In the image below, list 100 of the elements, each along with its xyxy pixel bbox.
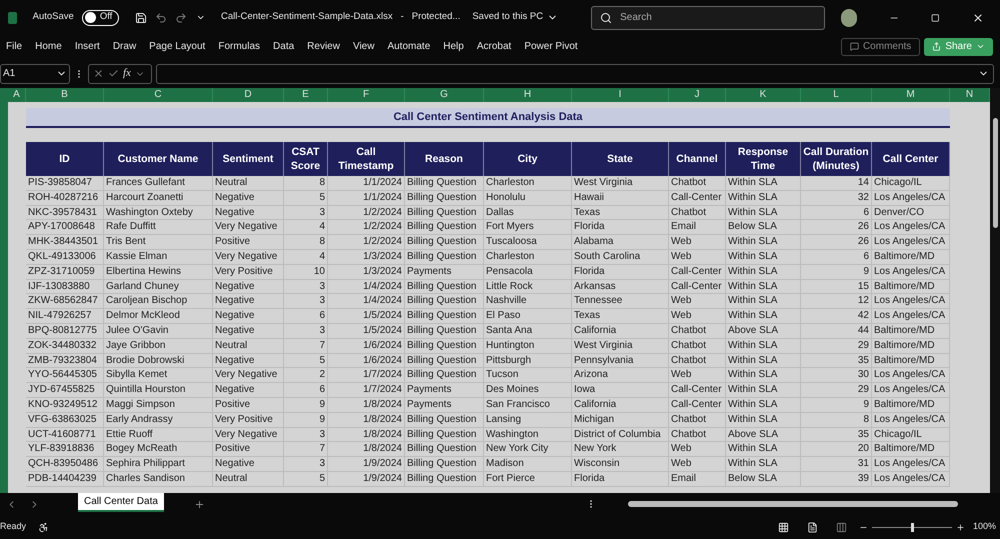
- ribbon-tab[interactable]: Data: [273, 39, 294, 54]
- table-cell: Negative: [213, 383, 284, 398]
- table-cell: Within SLA: [726, 457, 801, 472]
- table-cell: Delmor McKleod: [104, 309, 213, 324]
- table-cell: 44: [801, 324, 872, 339]
- comments-button[interactable]: Comments: [840, 38, 920, 56]
- table-cell: Chatbot: [669, 412, 726, 428]
- table-cell: 1/1/2024: [328, 190, 405, 206]
- table-cell: 15: [801, 280, 872, 294]
- search-field[interactable]: Search: [591, 6, 826, 30]
- table-cell: Tuscaloosa: [484, 235, 572, 250]
- restore-icon[interactable]: [931, 12, 940, 22]
- column-letter[interactable]: J: [669, 88, 726, 102]
- table-cell: Within SLA: [726, 412, 801, 428]
- table-cell: Billing Question: [405, 368, 484, 384]
- name-box[interactable]: A1: [0, 64, 70, 84]
- table-cell: Within SLA: [726, 442, 801, 458]
- column-letter[interactable]: D: [213, 88, 284, 102]
- ribbon-tab[interactable]: Power Pivot: [524, 39, 578, 54]
- table-cell: 1/4/2024: [328, 294, 405, 310]
- column-letter[interactable]: F: [328, 88, 405, 102]
- column-letter[interactable]: G: [405, 88, 484, 102]
- ribbon-tab[interactable]: Formulas: [218, 39, 260, 54]
- table-cell: Charleston: [484, 176, 572, 191]
- column-letter[interactable]: M: [872, 88, 950, 102]
- autosave-toggle[interactable]: Off: [82, 10, 120, 26]
- zoom-in-icon[interactable]: [956, 522, 965, 532]
- table-cell: Billing Question: [405, 190, 484, 206]
- column-letter[interactable]: H: [484, 88, 572, 102]
- column-letter[interactable]: B: [26, 88, 104, 102]
- page-break-icon[interactable]: [836, 522, 847, 532]
- column-header: Call Duration (Minutes): [801, 142, 872, 176]
- table-cell: Arizona: [572, 368, 669, 384]
- check-icon[interactable]: [108, 68, 119, 79]
- ribbon-tab[interactable]: Automate: [387, 39, 430, 54]
- table-cell: Denver/CO: [872, 206, 950, 220]
- column-header: Sentiment: [213, 142, 284, 176]
- column-letter[interactable]: A: [8, 88, 26, 102]
- formula-field[interactable]: [156, 64, 994, 84]
- redo-icon[interactable]: [175, 10, 188, 24]
- save-icon[interactable]: [135, 10, 148, 24]
- column-letter[interactable]: L: [801, 88, 872, 102]
- ribbon-tab[interactable]: Review: [307, 39, 340, 54]
- accessibility-icon[interactable]: [38, 522, 50, 532]
- table-cell: Very Negative: [213, 220, 284, 236]
- table-cell: Alabama: [572, 235, 669, 250]
- table-cell: Web: [669, 294, 726, 310]
- zoom-thumb[interactable]: [910, 522, 914, 532]
- table-cell: 9: [801, 264, 872, 280]
- ribbon-tab[interactable]: File: [6, 39, 22, 54]
- table-cell: Within SLA: [726, 294, 801, 310]
- ribbon-tab[interactable]: Page Layout: [149, 39, 206, 54]
- ribbon-tab[interactable]: View: [352, 39, 374, 54]
- column-letter[interactable]: K: [726, 88, 801, 102]
- table-cell: Nashville: [484, 294, 572, 310]
- column-header: Channel: [669, 142, 726, 176]
- table-cell: 1/8/2024: [328, 412, 405, 428]
- undo-icon[interactable]: [155, 10, 168, 24]
- add-sheet-icon[interactable]: [194, 498, 205, 510]
- sheet-tab[interactable]: Call Center Data: [78, 492, 164, 512]
- cancel-icon[interactable]: [93, 68, 104, 79]
- formula-controls[interactable]: fx: [88, 64, 152, 84]
- save-status-button[interactable]: Saved to this PC: [472, 10, 558, 25]
- table-cell: Within SLA: [726, 250, 801, 265]
- table-cell: Jaye Gribbon: [104, 338, 213, 354]
- ribbon-tab[interactable]: Help: [443, 39, 464, 54]
- table-cell: Negative: [213, 294, 284, 310]
- table-cell: New York: [572, 442, 669, 458]
- page-layout-icon[interactable]: [806, 522, 818, 532]
- insert-function-label[interactable]: fx: [123, 65, 131, 82]
- vertical-scrollbar[interactable]: [990, 88, 1000, 493]
- table-cell: Very Negative: [213, 428, 284, 442]
- status-text: Ready: [0, 520, 26, 534]
- normal-view-icon[interactable]: [778, 522, 789, 532]
- table-cell: Chatbot: [669, 176, 726, 191]
- table-cell: Within SLA: [726, 190, 801, 206]
- ribbon-tab[interactable]: Draw: [112, 39, 136, 54]
- table-cell: Within SLA: [726, 176, 801, 191]
- ribbon-tab[interactable]: Home: [35, 39, 62, 54]
- table-cell: Chatbot: [669, 354, 726, 368]
- table-cell: Texas: [572, 206, 669, 220]
- ribbon-tab[interactable]: Insert: [74, 39, 100, 54]
- column-letter[interactable]: I: [572, 88, 669, 102]
- ribbon-tab[interactable]: Acrobat: [476, 39, 512, 54]
- table-cell: Lansing: [484, 412, 572, 428]
- table-cell: Neutral: [213, 472, 284, 487]
- column-letter[interactable]: E: [284, 88, 328, 102]
- table-cell: APY-17008648: [26, 220, 104, 236]
- table-cell: Brodie Dobrowski: [104, 354, 213, 368]
- avatar-icon[interactable]: [841, 8, 857, 26]
- table-cell: Billing Question: [405, 220, 484, 236]
- table-cell: Florida: [572, 220, 669, 236]
- table-cell: Quintilla Hourston: [104, 383, 213, 398]
- zoom-slider[interactable]: [872, 522, 952, 532]
- column-letter[interactable]: C: [104, 88, 213, 102]
- table-cell: Florida: [572, 264, 669, 280]
- table-cell: Above SLA: [726, 428, 801, 442]
- table-cell: Billing Question: [405, 457, 484, 472]
- table-cell: Payments: [405, 264, 484, 280]
- table-cell: Los Angeles/CA: [872, 190, 950, 206]
